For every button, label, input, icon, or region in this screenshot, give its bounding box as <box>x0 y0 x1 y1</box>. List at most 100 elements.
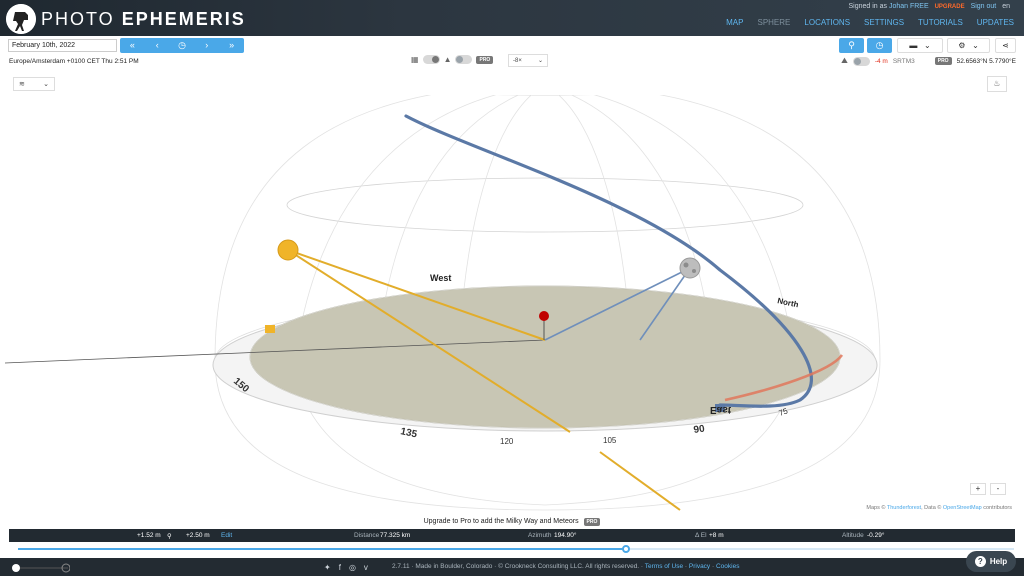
main-nav: MAP SPHERE LOCATIONS SETTINGS TUTORIALS … <box>726 18 1014 27</box>
time-step-dropdown[interactable]: -8× ⌄ <box>508 54 548 67</box>
map-attribution: Maps © Thunderforest, Data © OpenStreetM… <box>866 505 1012 511</box>
chevron-down-icon: ⌄ <box>923 41 931 50</box>
location-pin-icon[interactable] <box>539 311 549 321</box>
date-field[interactable]: February 10th, 2022 <box>8 39 117 52</box>
layers-icon: ≋ <box>19 81 25 88</box>
moon-marker[interactable] <box>679 257 701 279</box>
clock-button[interactable]: ◷ <box>867 38 892 53</box>
map-icon: ▦ <box>411 55 419 64</box>
elevation-toggle[interactable] <box>852 56 870 66</box>
facebook-icon[interactable]: f <box>339 563 341 572</box>
photographer-logo-icon[interactable] <box>6 4 36 34</box>
sun-marker[interactable] <box>277 239 299 261</box>
user-link[interactable]: Johan FREE <box>889 3 929 10</box>
nav-tutorials[interactable]: TUTORIALS <box>918 18 963 27</box>
share-icon: ⋖ <box>1002 41 1009 50</box>
timeline-track[interactable] <box>625 548 1014 550</box>
delta-el-value: +8 m <box>709 532 724 539</box>
zoom-in-button[interactable]: + <box>970 483 986 495</box>
now-clock-button[interactable]: ◷ <box>170 38 195 53</box>
share-button[interactable]: ⋖ <box>995 38 1016 53</box>
coordinates-readout: 52.6563°N 5.7790°E <box>956 57 1016 65</box>
pro-badge: PRO <box>476 55 494 64</box>
thunderforest-link[interactable]: Thunderforest <box>887 505 921 511</box>
instagram-icon[interactable]: ◎ <box>349 563 356 572</box>
nav-map[interactable]: MAP <box>726 18 743 27</box>
tick-135: 135 <box>399 426 418 440</box>
lightbulb-button[interactable]: ♨ <box>987 76 1007 92</box>
time-step-controls: « ‹ ◷ › » <box>120 38 244 53</box>
map-toggle[interactable] <box>422 55 440 64</box>
delta-el-label: Δ El <box>695 532 707 539</box>
twitter-icon[interactable]: ✦ <box>324 563 331 572</box>
basemap-icon: ▬ <box>909 41 918 50</box>
elevation-row: ⛰ -4 m SRTM3 PRO 52.6563°N 5.7790°E <box>841 56 1016 66</box>
north-label: North <box>777 296 800 309</box>
osm-link[interactable]: OpenStreetMap <box>943 505 982 511</box>
vimeo-icon[interactable]: v <box>364 563 368 572</box>
attr-prefix: Maps © <box>866 505 886 511</box>
sphere-canvas[interactable]: 150 135 120 105 90 75 West North East <box>0 95 1024 520</box>
attr-suffix: contributors <box>983 505 1012 511</box>
nav-locations[interactable]: LOCATIONS <box>804 18 850 27</box>
nav-sphere[interactable]: SPHERE <box>757 18 790 27</box>
distance-value: 77.325 km <box>380 532 411 539</box>
sunrise-marker <box>265 325 275 333</box>
help-button[interactable]: ? Help <box>966 551 1016 572</box>
jump-forward-button[interactable]: » <box>219 38 244 53</box>
footer: ✦ f ◎ v 2.7.11 · Made in Boulder, Colora… <box>0 558 1024 576</box>
attr-data: , Data © <box>921 505 942 511</box>
tick-105: 105 <box>603 436 617 445</box>
view-toggles: ▦ ▲ PRO <box>411 55 494 64</box>
azimuth-label: Azimuth <box>528 532 552 539</box>
social-links: ✦ f ◎ v <box>324 563 368 572</box>
chevron-down-icon: ⌄ <box>43 81 49 88</box>
sign-out-link[interactable]: Sign out <box>971 3 997 10</box>
nav-settings[interactable]: SETTINGS <box>864 18 904 27</box>
pro-badge: PRO <box>934 57 952 65</box>
upgrade-link[interactable]: UPGRADE <box>935 4 965 10</box>
settings-dropdown[interactable]: ⚙ ⌄ <box>947 38 990 53</box>
sphere-view[interactable]: 150 135 120 105 90 75 West North East <box>0 95 1024 520</box>
terrain-toggle[interactable] <box>455 55 473 64</box>
step-forward-button[interactable]: › <box>194 38 219 53</box>
privacy-link[interactable]: Privacy <box>689 563 710 570</box>
tick-120: 120 <box>500 437 514 446</box>
tick-90: 90 <box>693 423 706 436</box>
dem-source[interactable]: SRTM3 <box>893 58 915 65</box>
observer-height: +1.52 m <box>137 532 161 539</box>
jump-back-button[interactable]: « <box>120 38 145 53</box>
signed-in-label: Signed in as <box>848 3 887 10</box>
search-button[interactable]: ⚲ <box>839 38 864 53</box>
altitude-label: Altitude <box>842 532 864 539</box>
gear-icon: ⚙ <box>958 41 966 50</box>
status-bar: +1.52 m ⚲ +2.50 m Edit Distance 77.325 k… <box>9 529 1015 542</box>
basemap-dropdown[interactable]: ▬ ⌄ <box>897 38 943 53</box>
help-label: Help <box>989 557 1008 566</box>
east-label: East <box>710 404 732 415</box>
zoom-controls: + - <box>970 483 1006 495</box>
clock-icon: ◷ <box>875 40 884 50</box>
cookies-link[interactable]: Cookies <box>716 563 739 570</box>
elevation-icon: ⛰ <box>841 56 848 65</box>
upgrade-text[interactable]: Upgrade to Pro to add the Milky Way and … <box>424 518 579 525</box>
version: 2.7.11 <box>392 563 410 570</box>
edit-heights-link[interactable]: Edit <box>221 532 232 539</box>
time-step-value: -8× <box>513 57 522 64</box>
language-selector[interactable]: en <box>1002 3 1010 10</box>
timezone-label: Europe/Amsterdam +0100 CET Thu 2:51 PM <box>9 58 139 65</box>
chevron-down-icon: ⌄ <box>537 58 543 64</box>
terms-link[interactable]: Terms of Use <box>645 563 683 570</box>
step-back-button[interactable]: ‹ <box>145 38 170 53</box>
west-label: West <box>430 273 451 283</box>
layers-dropdown[interactable]: ≋ ⌄ <box>13 77 55 91</box>
brand-title: PHOTO EPHEMERIS <box>41 9 246 30</box>
search-icon: ⚲ <box>848 40 855 50</box>
chevron-down-icon: ⌄ <box>972 41 979 50</box>
nav-updates[interactable]: UPDATES <box>977 18 1014 27</box>
app-header: PHOTO EPHEMERIS Signed in as Johan FREE … <box>0 0 1024 36</box>
zoom-out-button[interactable]: - <box>990 483 1006 495</box>
brand-photo: PHOTO <box>41 9 115 29</box>
playback-slider[interactable] <box>10 561 71 573</box>
timeline-handle[interactable] <box>621 545 630 553</box>
